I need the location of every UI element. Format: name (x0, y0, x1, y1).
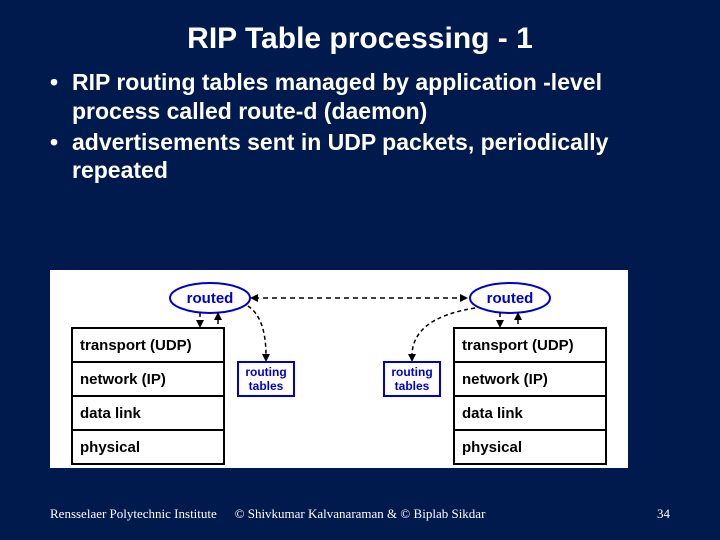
layer-label: network (IP) (80, 371, 166, 388)
layer-label: network (IP) (462, 371, 548, 388)
layer-label: transport (UDP) (80, 337, 192, 354)
bullet-list: • RIP routing tables managed by applicat… (0, 68, 720, 185)
right-stack: transport (UDP) network (IP) data link p… (454, 328, 606, 464)
layer-label: data link (80, 405, 142, 422)
layer-label: data link (462, 405, 524, 422)
layer-label: physical (462, 439, 522, 456)
footer-center: © Shivkumar Kalvanaraman & © Biplab Sikd… (235, 506, 486, 522)
tables-label: tables (249, 379, 284, 393)
slide: RIP Table processing - 1 • RIP routing t… (0, 0, 720, 540)
bullet-text: advertisements sent in UDP packets, peri… (72, 128, 670, 186)
tables-label: routing (245, 365, 286, 379)
footer-right: 34 (657, 506, 670, 522)
layer-label: transport (UDP) (462, 337, 574, 354)
routed-node-right: routed (470, 283, 550, 313)
bullet-marker: • (50, 128, 72, 186)
footer-left: Rensselaer Polytechnic Institute (50, 506, 217, 522)
bullet-marker: • (50, 68, 72, 126)
diagram: transport (UDP) network (IP) data link p… (50, 270, 628, 468)
bullet-item: • RIP routing tables managed by applicat… (50, 68, 670, 126)
routing-tables-right: routing tables (384, 362, 440, 396)
slide-title: RIP Table processing - 1 (0, 0, 720, 68)
tables-label: tables (395, 379, 430, 393)
bullet-item: • advertisements sent in UDP packets, pe… (50, 128, 670, 186)
footer: Rensselaer Polytechnic Institute © Shivk… (0, 506, 720, 522)
tables-label: routing (391, 365, 432, 379)
routing-tables-left: routing tables (238, 362, 294, 396)
routed-label: routed (187, 290, 234, 307)
routed-node-left: routed (170, 283, 250, 313)
bullet-text: RIP routing tables managed by applicatio… (72, 68, 670, 126)
left-stack: transport (UDP) network (IP) data link p… (72, 328, 224, 464)
routed-label: routed (487, 290, 534, 307)
layer-label: physical (80, 439, 140, 456)
